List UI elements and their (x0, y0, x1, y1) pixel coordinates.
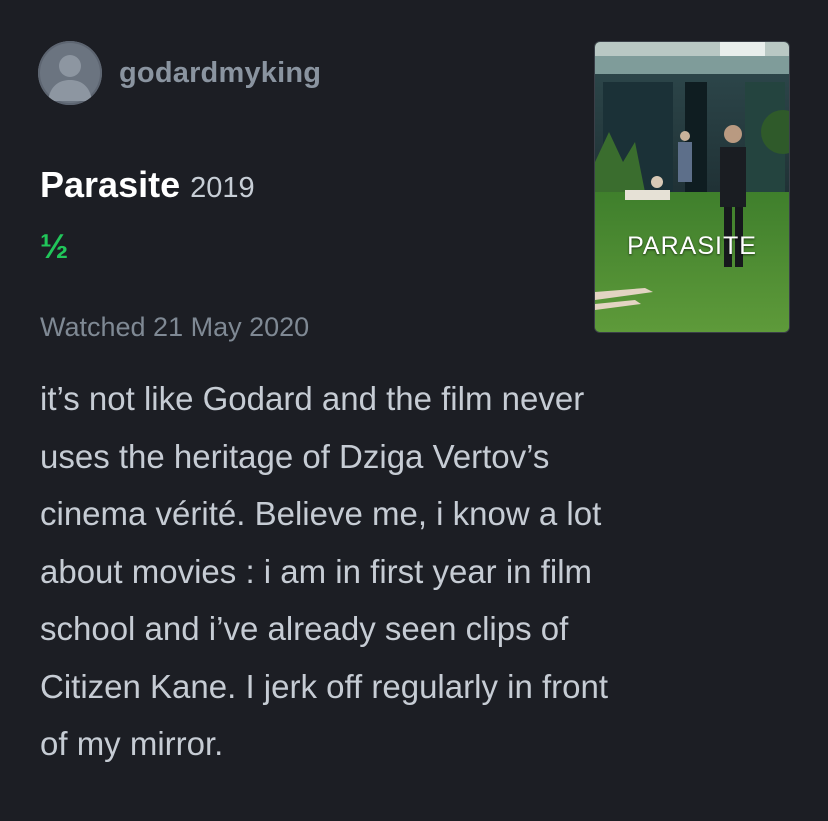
review-card: godardmyking Parasite 2019 ½ Watched 21 … (0, 0, 828, 821)
review-line: school and i’ve already seen clips of (40, 610, 569, 647)
review-line: of my mirror. (40, 725, 224, 762)
poster-image (595, 42, 789, 332)
film-title[interactable]: Parasite (40, 164, 180, 206)
poster-title: PARASITE (627, 232, 757, 260)
username[interactable]: godardmyking (119, 57, 321, 90)
review-author[interactable]: godardmyking (38, 40, 321, 106)
film-poster[interactable]: PARASITE (595, 42, 789, 332)
user-silhouette-icon (48, 55, 92, 101)
watched-date: Watched 21 May 2020 (40, 312, 310, 342)
review-text: it’s not like Godard and the film never … (40, 370, 800, 773)
review-line: about movies : i am in first year in fil… (40, 552, 593, 590)
review-line: cinema vérité. Believe me, i know a lot (40, 495, 602, 532)
avatar[interactable] (38, 41, 102, 105)
review-line: it’s not like Godard and the film never (40, 380, 585, 417)
star-rating: ½ (40, 228, 69, 266)
review-line: Citizen Kane. I jerk off regularly in fr… (40, 667, 608, 705)
film-year[interactable]: 2019 (190, 172, 255, 205)
review-line: uses the heritage of Dziga Vertov’s (40, 437, 550, 475)
film-heading: Parasite 2019 (40, 164, 255, 206)
